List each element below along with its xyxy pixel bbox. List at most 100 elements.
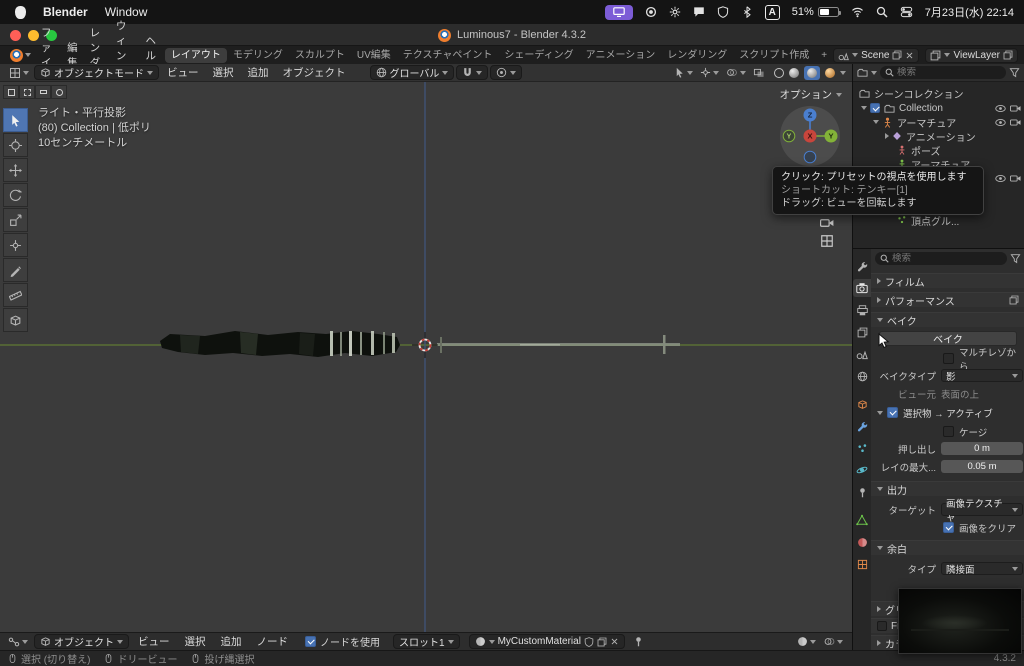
chat-icon[interactable] bbox=[693, 6, 705, 18]
bake-type-dropdown[interactable]: 影 bbox=[941, 369, 1023, 383]
workspace-tab-modeling[interactable]: モデリング bbox=[227, 48, 289, 63]
snapping-dropdown[interactable] bbox=[456, 65, 489, 80]
editor-type-button[interactable] bbox=[6, 67, 32, 79]
selectability-dropdown[interactable] bbox=[674, 67, 693, 78]
tool-rotate[interactable] bbox=[3, 183, 28, 207]
shader-type-dropdown[interactable]: オブジェクト bbox=[34, 634, 129, 649]
shield-icon[interactable] bbox=[717, 6, 729, 18]
tab-modifiers[interactable] bbox=[853, 417, 871, 435]
tool-cursor[interactable] bbox=[3, 133, 28, 157]
outliner-row-collection[interactable]: Collection bbox=[853, 101, 1024, 115]
shading-wireframe-button[interactable] bbox=[774, 67, 784, 78]
select-mode-intersect[interactable] bbox=[51, 85, 67, 99]
scene-selector[interactable]: Scene bbox=[833, 47, 920, 63]
viewport-3d[interactable]: ライト・平行投影 (80) Collection | 低ポリ 10センチメートル… bbox=[0, 82, 852, 632]
tool-move[interactable] bbox=[3, 158, 28, 182]
camera-icon[interactable] bbox=[1010, 173, 1021, 184]
cage-checkbox[interactable] bbox=[943, 426, 954, 437]
margin-type-dropdown[interactable]: 隣接面 bbox=[941, 562, 1023, 576]
panel-margin[interactable]: 余白 bbox=[871, 540, 1024, 556]
preset-icon[interactable] bbox=[1009, 295, 1019, 305]
shading-rendered-button[interactable] bbox=[825, 67, 835, 78]
ortho-toggle-icon[interactable] bbox=[820, 234, 834, 248]
workspace-tab-shading[interactable]: シェーディング bbox=[498, 48, 579, 63]
outliner-row-pose[interactable]: ポーズ bbox=[853, 143, 1024, 158]
overlays-dropdown[interactable] bbox=[726, 67, 746, 78]
unlink-icon[interactable] bbox=[610, 637, 619, 646]
tab-scene[interactable] bbox=[853, 345, 871, 363]
record-status-icon[interactable] bbox=[645, 6, 657, 18]
tab-tool[interactable] bbox=[853, 257, 871, 275]
eye-icon[interactable] bbox=[995, 117, 1006, 128]
tool-select-box[interactable] bbox=[3, 108, 28, 132]
navigation-gizmo[interactable]: Y Z Y X bbox=[778, 104, 842, 168]
camera-icon[interactable] bbox=[1010, 117, 1021, 128]
gear-icon[interactable] bbox=[669, 6, 681, 18]
copy-icon[interactable] bbox=[597, 637, 607, 647]
tab-data[interactable] bbox=[853, 511, 871, 529]
tool-annotate[interactable] bbox=[3, 258, 28, 282]
properties-search[interactable] bbox=[875, 252, 1021, 265]
use-nodes-checkbox[interactable] bbox=[305, 636, 316, 647]
render-preview-window[interactable] bbox=[898, 588, 1022, 654]
outliner-row-armature[interactable]: アーマチュア bbox=[853, 115, 1024, 130]
workspace-tab-layout[interactable]: レイアウト bbox=[164, 47, 227, 63]
tab-constraints[interactable] bbox=[853, 483, 871, 501]
tab-render[interactable] bbox=[853, 279, 871, 297]
add-workspace-button[interactable]: + bbox=[815, 48, 833, 63]
tool-add-cube[interactable] bbox=[3, 308, 28, 332]
material-selector[interactable]: MyCustomMaterial bbox=[468, 634, 625, 649]
tab-object[interactable] bbox=[853, 395, 871, 413]
pin-icon[interactable] bbox=[633, 636, 644, 647]
eye-icon[interactable] bbox=[995, 103, 1006, 114]
selected-to-active-checkbox[interactable] bbox=[887, 407, 898, 418]
panel-bake[interactable]: ベイク bbox=[871, 312, 1024, 328]
outliner-row-scene-collection[interactable]: シーンコレクション bbox=[853, 86, 1024, 101]
workspace-tab-texturepaint[interactable]: テクスチャペイント bbox=[397, 48, 499, 63]
copy-icon[interactable] bbox=[1003, 50, 1013, 60]
tool-transform[interactable] bbox=[3, 233, 28, 257]
workspace-tab-rendering[interactable]: レンダリング bbox=[661, 48, 733, 63]
selected-to-active-header[interactable]: 選択物 → アクティブ bbox=[873, 405, 1023, 420]
shader-menu-select[interactable]: 選択 bbox=[179, 634, 212, 649]
eye-icon[interactable] bbox=[995, 173, 1006, 184]
tool-measure[interactable] bbox=[3, 283, 28, 307]
panel-performance[interactable]: パフォーマンス bbox=[871, 292, 1024, 308]
tab-material[interactable] bbox=[853, 533, 871, 551]
select-mode-extend[interactable] bbox=[19, 85, 35, 99]
outliner-search[interactable] bbox=[880, 66, 1006, 79]
shading-dropdown[interactable] bbox=[840, 70, 846, 75]
viewport-menu-select[interactable]: 選択 bbox=[207, 65, 240, 80]
workspace-tab-sculpting[interactable]: スカルプト bbox=[289, 48, 351, 63]
mode-dropdown[interactable]: オブジェクトモード bbox=[34, 65, 159, 80]
max-ray-field[interactable]: 0.05 m bbox=[941, 460, 1023, 473]
overlay-node-dropdown[interactable] bbox=[824, 636, 843, 647]
collection-checkbox[interactable] bbox=[870, 103, 880, 113]
extrusion-field[interactable]: 0 m bbox=[941, 442, 1023, 455]
select-mode-subtract[interactable] bbox=[35, 85, 51, 99]
battery-indicator[interactable]: 51% bbox=[792, 6, 841, 18]
tab-particles[interactable] bbox=[853, 439, 871, 457]
shader-menu-add[interactable]: 追加 bbox=[215, 634, 248, 649]
outliner-row-animation[interactable]: アニメーション bbox=[853, 129, 1024, 144]
shader-menu-node[interactable]: ノード bbox=[251, 634, 295, 649]
workspace-tab-scripting[interactable]: スクリプト作成 bbox=[733, 48, 815, 63]
shader-menu-view[interactable]: ビュー bbox=[132, 634, 176, 649]
outliner-row-vertex-groups[interactable]: 頂点グル... bbox=[853, 213, 1024, 228]
viewport-menu-object[interactable]: オブジェクト bbox=[277, 65, 352, 80]
filter-icon[interactable] bbox=[1009, 67, 1020, 78]
fake-user-shield-icon[interactable] bbox=[584, 637, 594, 647]
workspace-tab-animation[interactable]: アニメーション bbox=[580, 48, 662, 63]
blender-menu-button[interactable] bbox=[6, 48, 35, 62]
outliner-search-input[interactable] bbox=[897, 67, 1001, 78]
options-button[interactable]: オプション bbox=[780, 87, 842, 102]
wifi-icon[interactable] bbox=[851, 6, 864, 18]
input-source-indicator[interactable]: A bbox=[764, 4, 780, 20]
properties-search-input[interactable] bbox=[892, 253, 1002, 264]
copy-icon[interactable] bbox=[892, 50, 902, 60]
freestyle-checkbox[interactable] bbox=[877, 621, 887, 631]
bluetooth-icon[interactable] bbox=[741, 6, 753, 18]
workspace-tab-uv[interactable]: UV編集 bbox=[351, 48, 397, 63]
shading-solid-button[interactable] bbox=[789, 67, 799, 78]
camera-view-icon[interactable] bbox=[820, 216, 834, 230]
